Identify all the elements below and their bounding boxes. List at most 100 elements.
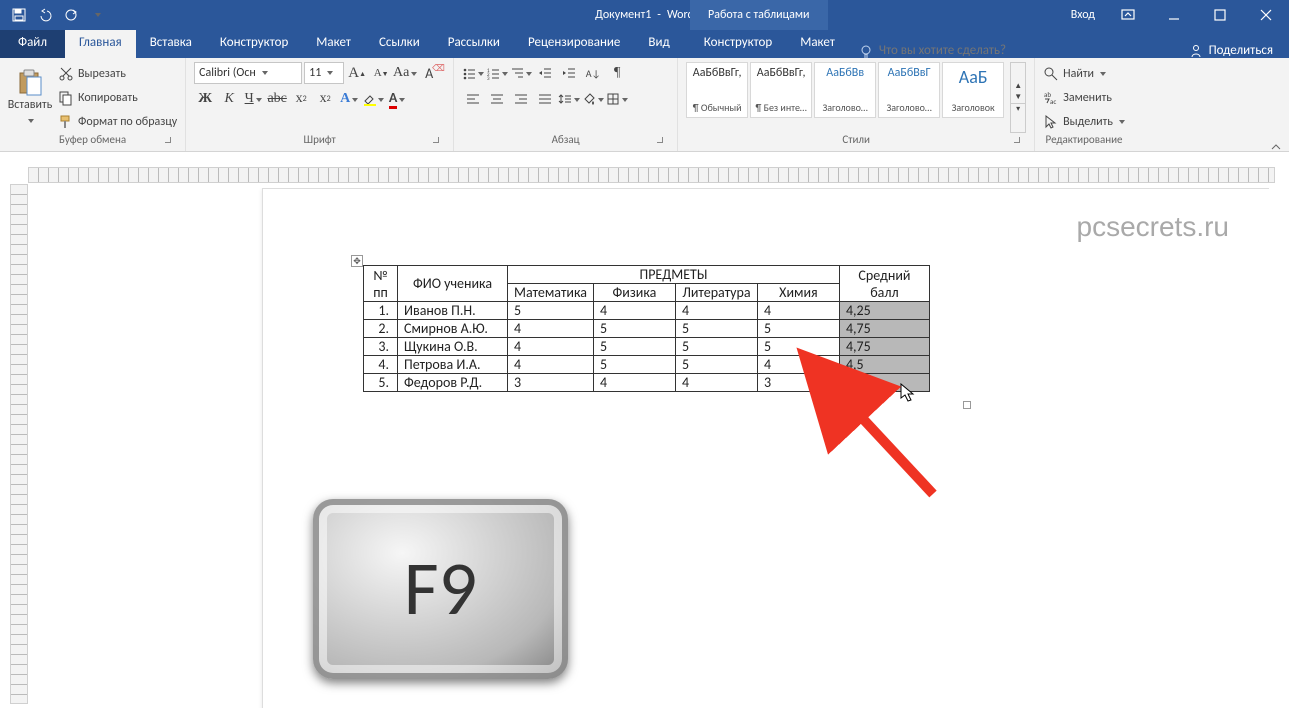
format-painter-button[interactable]: Формат по образцу	[58, 111, 177, 133]
document-area[interactable]: pcsecrets.ru ✥ № пп ФИО ученика ПРЕДМЕТЫ…	[32, 188, 1269, 708]
tab-file[interactable]: Файл	[0, 30, 65, 58]
line-spacing-icon	[558, 92, 572, 106]
shrink-font-button[interactable]: A▼	[370, 62, 392, 84]
styles-launcher[interactable]	[1012, 135, 1024, 147]
highlight-icon	[362, 91, 376, 107]
tab-layout[interactable]: Макет	[302, 30, 365, 58]
bold-button[interactable]: Ж	[194, 88, 216, 110]
tab-insert[interactable]: Вставка	[136, 30, 206, 58]
styles-more[interactable]: ▲▼▾	[1010, 62, 1026, 133]
style-no-spacing[interactable]: АаБбВвГг,¶ Без инте…	[750, 62, 812, 118]
workspace: pcsecrets.ru ✥ № пп ФИО ученика ПРЕДМЕТЫ…	[0, 152, 1289, 714]
th-phys: Физика	[593, 284, 675, 302]
horizontal-ruler[interactable]	[28, 166, 1275, 184]
tab-home[interactable]: Главная	[65, 30, 136, 58]
cut-button[interactable]: Вырезать	[58, 63, 177, 85]
sort-button[interactable]: A↓	[582, 62, 604, 84]
numbering-icon: 123	[486, 66, 500, 80]
th-lit: Литература	[675, 284, 757, 302]
redo-button[interactable]	[60, 4, 82, 26]
align-right-icon	[514, 92, 528, 106]
style-heading1[interactable]: АаБбВвЗаголово…	[814, 62, 876, 118]
align-center-button[interactable]	[486, 88, 508, 110]
copy-button[interactable]: Копировать	[58, 87, 177, 109]
font-name-combo[interactable]: Calibri (Осн	[194, 62, 302, 84]
quick-access-toolbar	[0, 4, 108, 26]
qat-customize[interactable]	[86, 4, 108, 26]
change-case-button[interactable]: Aa	[394, 62, 416, 84]
tab-table-design[interactable]: Конструктор	[690, 30, 786, 58]
decrease-indent-button[interactable]	[534, 62, 556, 84]
font-color-button[interactable]: A	[386, 88, 408, 110]
multilevel-button[interactable]	[510, 62, 532, 84]
grades-table[interactable]: № пп ФИО ученика ПРЕДМЕТЫ Средний балл М…	[363, 265, 930, 392]
signin-button[interactable]: Вход	[1061, 0, 1105, 30]
undo-button[interactable]	[34, 4, 56, 26]
contextual-tab-title: Работа с таблицами	[690, 0, 828, 30]
titlebar: Документ1 - Word Работа с таблицами Вход	[0, 0, 1289, 30]
underline-button[interactable]: Ч	[242, 88, 264, 110]
paste-button[interactable]: Вставить	[8, 62, 52, 133]
justify-button[interactable]	[534, 88, 556, 110]
table-move-handle[interactable]: ✥	[351, 255, 363, 267]
minimize-button[interactable]	[1151, 0, 1197, 30]
bullets-button[interactable]	[462, 62, 484, 84]
style-normal[interactable]: АаБбВвГг,¶ Обычный	[686, 62, 748, 118]
show-marks-button[interactable]: ¶	[606, 62, 628, 84]
italic-button[interactable]: К	[218, 88, 240, 110]
shading-button[interactable]	[582, 88, 604, 110]
tell-me-input[interactable]	[879, 43, 1079, 58]
numbering-button[interactable]: 123	[486, 62, 508, 84]
replace-button[interactable]: abacЗаменить	[1043, 87, 1125, 109]
tab-table-layout[interactable]: Макет	[786, 30, 849, 58]
clipboard-launcher[interactable]	[163, 135, 175, 147]
style-heading2[interactable]: АаБбВвГЗаголово…	[878, 62, 940, 118]
paragraph-launcher[interactable]	[655, 135, 667, 147]
style-title[interactable]: АаБЗаголовок	[942, 62, 1004, 118]
subscript-button[interactable]: x2	[290, 88, 312, 110]
tab-design[interactable]: Конструктор	[206, 30, 302, 58]
tab-view[interactable]: Вид	[634, 30, 683, 58]
text-effects-button[interactable]: A	[338, 88, 360, 110]
table-resize-handle[interactable]	[963, 401, 971, 409]
table-row: 1.Иванов П.Н.54444,25	[364, 302, 930, 320]
tab-mailings[interactable]: Рассылки	[434, 30, 514, 58]
borders-button[interactable]	[606, 88, 628, 110]
align-right-button[interactable]	[510, 88, 532, 110]
window-controls: Вход	[1061, 0, 1289, 30]
styles-gallery[interactable]: АаБбВвГг,¶ Обычный АаБбВвГг,¶ Без инте… …	[686, 62, 1004, 133]
close-button[interactable]	[1243, 0, 1289, 30]
th-subjects: ПРЕДМЕТЫ	[508, 266, 840, 284]
th-fio: ФИО ученика	[398, 266, 508, 302]
tab-references[interactable]: Ссылки	[365, 30, 434, 58]
group-styles: АаБбВвГг,¶ Обычный АаБбВвГг,¶ Без инте… …	[678, 58, 1035, 151]
increase-indent-button[interactable]	[558, 62, 580, 84]
grow-font-button[interactable]: A▲	[346, 62, 368, 84]
find-button[interactable]: Найти	[1043, 63, 1125, 85]
maximize-button[interactable]	[1197, 0, 1243, 30]
superscript-button[interactable]: x2	[314, 88, 336, 110]
page[interactable]: pcsecrets.ru ✥ № пп ФИО ученика ПРЕДМЕТЫ…	[262, 188, 1269, 708]
ribbon-display-options[interactable]	[1105, 0, 1151, 30]
line-spacing-button[interactable]	[558, 88, 580, 110]
align-left-button[interactable]	[462, 88, 484, 110]
save-button[interactable]	[8, 4, 30, 26]
group-editing: Найти abacЗаменить Выделить Редактирован…	[1035, 58, 1133, 151]
table-row: 5.Федоров Р.Д.34433,5	[364, 374, 930, 392]
highlight-button[interactable]	[362, 88, 384, 110]
svg-text:ac: ac	[1050, 97, 1056, 106]
table-row: 3.Щукина О.В.45554,75	[364, 338, 930, 356]
indent-icon	[562, 66, 576, 80]
share-button[interactable]: Поделиться	[1173, 43, 1289, 58]
strike-button[interactable]: abc	[266, 88, 288, 110]
ribbon-tabs: Файл Главная Вставка Конструктор Макет С…	[0, 30, 1289, 58]
vertical-ruler[interactable]	[10, 184, 28, 704]
font-launcher[interactable]	[431, 135, 443, 147]
search-icon	[1043, 66, 1059, 82]
font-size-combo[interactable]: 11	[304, 62, 344, 84]
brush-icon	[58, 114, 74, 130]
tell-me[interactable]	[859, 43, 1173, 58]
clear-format-button[interactable]: A⌫	[418, 62, 440, 84]
tab-review[interactable]: Рецензирование	[514, 30, 634, 58]
select-button[interactable]: Выделить	[1043, 111, 1125, 133]
